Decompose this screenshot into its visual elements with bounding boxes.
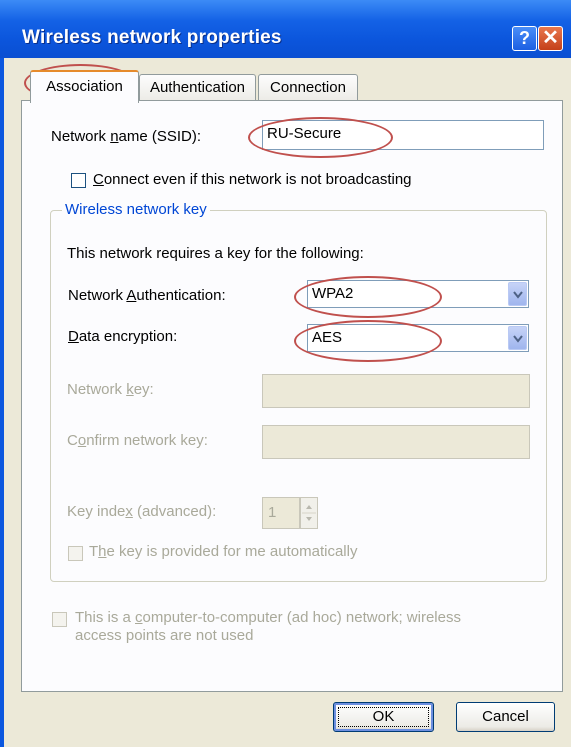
chevron-down-icon[interactable] [508, 326, 527, 350]
auto-key-label: The key is provided for me automatically [89, 543, 358, 560]
adhoc-network-checkbox[interactable] [52, 612, 67, 627]
adhoc-network-label: This is a computer-to-computer (ad hoc) … [75, 609, 461, 626]
ok-button[interactable]: OK [333, 702, 434, 732]
ssid-label: Network name (SSID): [51, 128, 202, 145]
dialog-window: Wireless network properties ? ✕ Associat… [0, 0, 571, 747]
connect-hidden-label: Connect even if this network is not broa… [93, 171, 412, 188]
network-key-label: Network key: [67, 381, 154, 398]
tab-connection-label: Connection [270, 79, 346, 96]
help-icon: ? [519, 28, 530, 48]
network-authentication-select[interactable]: WPA2 [307, 280, 529, 308]
confirm-network-key-input[interactable] [262, 425, 530, 459]
auto-key-checkbox[interactable] [68, 546, 83, 561]
wireless-key-group-title: Wireless network key [62, 201, 210, 218]
requires-key-text: This network requires a key for the foll… [67, 245, 364, 262]
key-index-value[interactable]: 1 [262, 497, 300, 529]
network-key-input[interactable] [262, 374, 530, 408]
key-index-label: Key index (advanced): [67, 503, 217, 520]
window-title: Wireless network properties [22, 27, 282, 48]
connect-hidden-checkbox[interactable] [71, 173, 86, 188]
cancel-button-label: Cancel [482, 708, 529, 725]
data-encryption-label: Data encryption: [68, 328, 178, 345]
confirm-network-key-label: Confirm network key: [67, 432, 208, 449]
tab-connection[interactable]: Connection [258, 74, 358, 101]
adhoc-network-label-line2: access points are not used [75, 627, 254, 644]
spin-arrows-icon [302, 505, 316, 521]
data-encryption-value: AES [312, 329, 343, 346]
tab-association[interactable]: Association [30, 70, 139, 103]
ssid-value: RU-Secure [267, 125, 342, 142]
network-authentication-value: WPA2 [312, 285, 354, 302]
network-authentication-label: Network Authentication: [68, 287, 226, 304]
title-bar[interactable]: Wireless network properties ? ✕ [0, 0, 571, 58]
chevron-down-icon[interactable] [508, 282, 527, 306]
tab-authentication-label: Authentication [149, 79, 246, 96]
tab-authentication[interactable]: Authentication [139, 74, 256, 101]
key-index-spinner[interactable]: 1 [262, 497, 322, 529]
help-button[interactable]: ? [512, 26, 537, 51]
tab-association-label: Association [46, 78, 123, 95]
close-button[interactable]: ✕ [538, 26, 563, 51]
focus-rectangle [338, 707, 429, 727]
data-encryption-select[interactable]: AES [307, 324, 529, 352]
ssid-input[interactable]: RU-Secure [262, 120, 544, 150]
close-icon: ✕ [542, 27, 559, 49]
cancel-button[interactable]: Cancel [456, 702, 555, 732]
key-index-spin-buttons[interactable] [300, 497, 318, 529]
